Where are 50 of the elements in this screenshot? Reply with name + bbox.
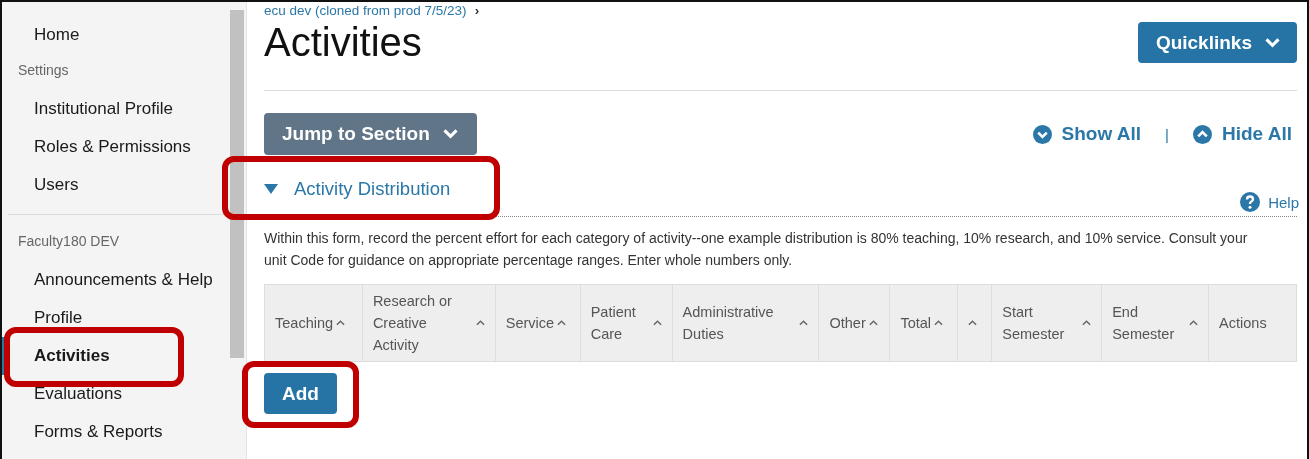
column-header[interactable]: Teaching	[275, 312, 334, 334]
sidebar-item[interactable]: Evaluations	[2, 375, 230, 413]
scrollbar-thumb[interactable]	[230, 10, 244, 358]
breadcrumb-separator: ›	[474, 3, 480, 18]
sort-icon[interactable]	[652, 320, 662, 326]
breadcrumb-link[interactable]: ecu dev (cloned from prod 7/5/23)	[264, 3, 467, 18]
column-header[interactable]: Patient Care	[590, 301, 650, 345]
sort-icon[interactable]	[475, 320, 485, 326]
column-header[interactable]: Total	[900, 312, 932, 334]
sort-icon[interactable]	[336, 320, 346, 326]
show-all-link[interactable]: Show All	[1032, 123, 1142, 145]
page-title: Activities	[264, 19, 422, 66]
sidebar-item[interactable]: Forms & Reports	[2, 413, 230, 451]
sidebar-heading: Faculty180 DEV	[17, 232, 121, 251]
sort-icon[interactable]	[934, 320, 944, 326]
sidebar-heading: Settings	[17, 61, 70, 80]
chevron-down-icon	[1264, 36, 1281, 49]
sort-icon[interactable]	[868, 320, 878, 326]
sidebar-item[interactable]: Home	[2, 16, 230, 54]
add-button[interactable]: Add	[264, 373, 337, 414]
chevron-down-icon	[441, 128, 459, 140]
column-header[interactable]: Research or Creative Activity	[372, 290, 473, 356]
sort-icon[interactable]	[1189, 320, 1199, 326]
column-header[interactable]: Other	[829, 312, 866, 334]
sidebar-item[interactable]: Activities	[2, 337, 230, 375]
sort-icon[interactable]	[557, 320, 567, 326]
section-description: Within this form, record the percent effort for each category of activity--one example distribution is 80% teaching, 10% research, and 10% service. Consult your unit Code for guidance on appropriate percentage ranges. Enter whole numbers only.	[264, 229, 1249, 270]
column-header[interactable]: Actions	[1219, 312, 1267, 334]
triangle-icon	[264, 184, 278, 194]
help-link[interactable]: Help	[1240, 192, 1299, 212]
sidebar-item[interactable]: Announcements & Help	[2, 261, 230, 299]
section-toggle[interactable]: Activity Distribution	[264, 178, 451, 212]
column-header[interactable]: Service	[505, 312, 555, 334]
sort-icon[interactable]	[1082, 320, 1092, 326]
column-header[interactable]: End Semester	[1112, 301, 1187, 345]
sidebar-item[interactable]: Institutional Profile	[2, 90, 230, 128]
sidebar-item[interactable]: Profile	[2, 299, 230, 337]
hide-all-link[interactable]: Hide All	[1192, 123, 1292, 145]
help-icon	[1240, 192, 1261, 212]
sidebar-item[interactable]: Roles & Permissions	[2, 128, 230, 166]
chevron-down-circle-icon	[1032, 124, 1052, 144]
column-header[interactable]: Start Semester	[1002, 301, 1080, 345]
chevron-up-circle-icon	[1192, 124, 1212, 144]
sort-icon[interactable]	[968, 320, 978, 326]
column-header[interactable]: Administrative Duties	[682, 301, 797, 345]
jump-to-section-button[interactable]: Jump to Section	[264, 113, 477, 155]
separator: |	[1165, 125, 1169, 143]
sidebar-item[interactable]: Users	[2, 166, 230, 204]
sort-icon[interactable]	[799, 320, 809, 326]
quicklinks-button[interactable]: Quicklinks	[1137, 22, 1297, 63]
